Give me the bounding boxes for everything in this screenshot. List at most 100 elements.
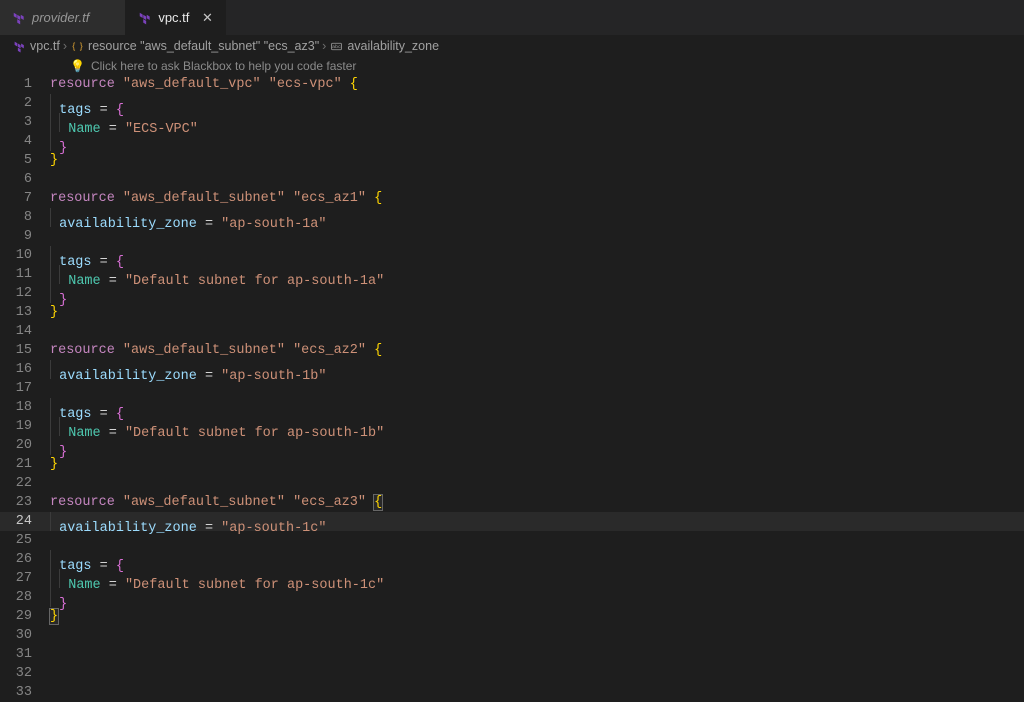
code-line[interactable]: 13} bbox=[0, 303, 1024, 322]
code-line[interactable]: 3 Name = "ECS-VPC" bbox=[0, 113, 1024, 132]
terraform-icon bbox=[12, 39, 26, 53]
code-line[interactable]: 24 availability_zone = "ap-south-1c" bbox=[0, 512, 1024, 531]
line-number: 24 bbox=[0, 512, 50, 531]
breadcrumb-resource[interactable]: resource "aws_default_subnet" "ecs_az3" bbox=[70, 39, 319, 53]
code-text: resource "aws_default_subnet" "ecs_az2" … bbox=[50, 341, 382, 360]
code-line[interactable]: 2 tags = { bbox=[0, 94, 1024, 113]
code-line[interactable]: 26 tags = { bbox=[0, 550, 1024, 569]
code-line[interactable]: 16 availability_zone = "ap-south-1b" bbox=[0, 360, 1024, 379]
line-number: 20 bbox=[0, 436, 50, 455]
tab-bar: provider.tf ✕ vpc.tf ✕ bbox=[0, 0, 1024, 35]
code-editor[interactable]: 1resource "aws_default_vpc" "ecs-vpc" {2… bbox=[0, 75, 1024, 702]
line-number: 10 bbox=[0, 246, 50, 265]
code-text bbox=[50, 379, 58, 398]
code-line[interactable]: 21} bbox=[0, 455, 1024, 474]
line-number: 3 bbox=[0, 113, 50, 132]
line-number: 8 bbox=[0, 208, 50, 227]
code-line[interactable]: 23resource "aws_default_subnet" "ecs_az3… bbox=[0, 493, 1024, 512]
terraform-icon bbox=[138, 11, 152, 25]
tab-label: vpc.tf bbox=[158, 10, 189, 25]
code-line[interactable]: 5} bbox=[0, 151, 1024, 170]
code-line[interactable]: 8 availability_zone = "ap-south-1a" bbox=[0, 208, 1024, 227]
lightbulb-icon: 💡 bbox=[70, 59, 85, 73]
code-line[interactable]: 27 Name = "Default subnet for ap-south-1… bbox=[0, 569, 1024, 588]
code-text: Name = "Default subnet for ap-south-1b" bbox=[50, 417, 384, 443]
code-text: Name = "Default subnet for ap-south-1c" bbox=[50, 569, 384, 595]
code-line[interactable]: 7resource "aws_default_subnet" "ecs_az1"… bbox=[0, 189, 1024, 208]
code-line[interactable]: 11 Name = "Default subnet for ap-south-1… bbox=[0, 265, 1024, 284]
code-text: } bbox=[50, 303, 58, 322]
line-number: 19 bbox=[0, 417, 50, 436]
tab-label: provider.tf bbox=[32, 10, 89, 25]
code-text bbox=[50, 664, 58, 683]
line-number: 30 bbox=[0, 626, 50, 645]
line-number: 13 bbox=[0, 303, 50, 322]
chevron-right-icon: › bbox=[322, 39, 326, 53]
hint-text: Click here to ask Blackbox to help you c… bbox=[91, 59, 356, 73]
code-text: availability_zone = "ap-south-1c" bbox=[50, 512, 327, 538]
code-line[interactable]: 29} bbox=[0, 607, 1024, 626]
symbol-string-icon: abc bbox=[329, 39, 343, 53]
code-text: } bbox=[50, 455, 58, 474]
line-number: 22 bbox=[0, 474, 50, 493]
code-text: resource "aws_default_subnet" "ecs_az1" … bbox=[50, 189, 382, 208]
line-number: 6 bbox=[0, 170, 50, 189]
line-number: 29 bbox=[0, 607, 50, 626]
breadcrumb-field[interactable]: abc availability_zone bbox=[329, 39, 439, 53]
code-text bbox=[50, 322, 58, 341]
line-number: 7 bbox=[0, 189, 50, 208]
code-line[interactable]: 22 bbox=[0, 474, 1024, 493]
code-text: resource "aws_default_vpc" "ecs-vpc" { bbox=[50, 75, 358, 94]
line-number: 31 bbox=[0, 645, 50, 664]
code-text bbox=[50, 645, 58, 664]
line-number: 23 bbox=[0, 493, 50, 512]
code-text bbox=[50, 170, 58, 189]
breadcrumb: vpc.tf › resource "aws_default_subnet" "… bbox=[0, 35, 1024, 57]
code-text bbox=[50, 474, 58, 493]
line-number: 26 bbox=[0, 550, 50, 569]
line-number: 12 bbox=[0, 284, 50, 303]
line-number: 25 bbox=[0, 531, 50, 550]
line-number: 14 bbox=[0, 322, 50, 341]
line-number: 1 bbox=[0, 75, 50, 94]
breadcrumb-file-label: vpc.tf bbox=[30, 39, 60, 53]
code-line[interactable]: 15resource "aws_default_subnet" "ecs_az2… bbox=[0, 341, 1024, 360]
line-number: 16 bbox=[0, 360, 50, 379]
line-number: 18 bbox=[0, 398, 50, 417]
code-text: availability_zone = "ap-south-1b" bbox=[50, 360, 327, 386]
line-number: 9 bbox=[0, 227, 50, 246]
line-number: 15 bbox=[0, 341, 50, 360]
code-text bbox=[50, 626, 58, 645]
code-line[interactable]: 31 bbox=[0, 645, 1024, 664]
code-line[interactable]: 1resource "aws_default_vpc" "ecs-vpc" { bbox=[0, 75, 1024, 94]
line-number: 4 bbox=[0, 132, 50, 151]
code-text: Name = "Default subnet for ap-south-1a" bbox=[50, 265, 384, 291]
breadcrumb-field-label: availability_zone bbox=[347, 39, 439, 53]
code-line[interactable]: 19 Name = "Default subnet for ap-south-1… bbox=[0, 417, 1024, 436]
code-line[interactable]: 32 bbox=[0, 664, 1024, 683]
code-line[interactable]: 18 tags = { bbox=[0, 398, 1024, 417]
line-number: 32 bbox=[0, 664, 50, 683]
line-number: 17 bbox=[0, 379, 50, 398]
line-number: 28 bbox=[0, 588, 50, 607]
code-text: } bbox=[50, 607, 58, 626]
code-text bbox=[50, 227, 58, 246]
close-icon[interactable]: ✕ bbox=[199, 10, 215, 26]
svg-text:abc: abc bbox=[332, 44, 341, 50]
blackbox-hint[interactable]: 💡 Click here to ask Blackbox to help you… bbox=[0, 57, 1024, 75]
code-line[interactable]: 10 tags = { bbox=[0, 246, 1024, 265]
code-line[interactable]: 6 bbox=[0, 170, 1024, 189]
tab-provider-tf[interactable]: provider.tf ✕ bbox=[0, 0, 126, 35]
symbol-namespace-icon bbox=[70, 39, 84, 53]
tab-vpc-tf[interactable]: vpc.tf ✕ bbox=[126, 0, 226, 35]
breadcrumb-file[interactable]: vpc.tf bbox=[12, 39, 60, 53]
code-text: } bbox=[50, 151, 58, 170]
code-text: Name = "ECS-VPC" bbox=[50, 113, 198, 139]
code-text: resource "aws_default_subnet" "ecs_az3" … bbox=[50, 493, 382, 512]
code-line[interactable]: 30 bbox=[0, 626, 1024, 645]
line-number: 2 bbox=[0, 94, 50, 113]
code-text bbox=[50, 531, 58, 550]
code-line[interactable]: 14 bbox=[0, 322, 1024, 341]
breadcrumb-resource-label: resource "aws_default_subnet" "ecs_az3" bbox=[88, 39, 319, 53]
line-number: 5 bbox=[0, 151, 50, 170]
